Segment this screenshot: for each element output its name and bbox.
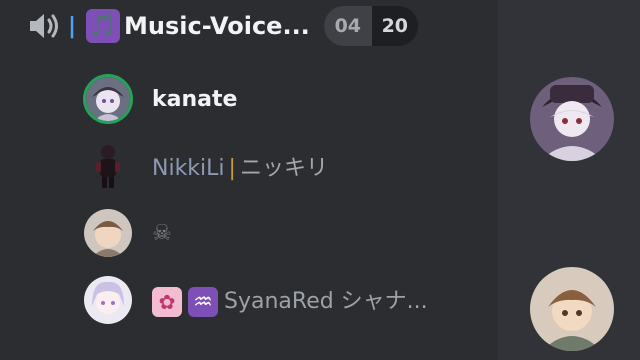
avatar[interactable] (530, 77, 614, 161)
voice-member-kanate[interactable]: kanate (84, 74, 237, 124)
member-name: SyanaRed シャナ... (224, 289, 428, 314)
avatar[interactable] (86, 77, 130, 121)
voice-member-skull[interactable]: ☠ (84, 208, 172, 258)
user-limit-badge: 04 20 (323, 6, 418, 46)
member-name: NikkiLi | ニッキリ (152, 150, 328, 182)
voice-member-syanared[interactable]: ✿ ♒ SyanaRed シャナ... (84, 275, 428, 325)
channel-name[interactable]: Music-Voice... (124, 12, 310, 40)
avatar[interactable] (530, 267, 614, 351)
skull-icon: ☠ (152, 220, 172, 246)
voice-channel-panel: | 🎵 Music-Voice... 04 20 kanate NikkiLi … (0, 0, 498, 360)
avatar[interactable] (84, 209, 132, 257)
avatar[interactable] (84, 142, 132, 190)
voice-channel-header[interactable]: | 🎵 Music-Voice... 04 20 (24, 4, 418, 48)
name-separator: | (228, 156, 236, 181)
member-name-katakana: ニッキリ (239, 156, 328, 181)
member-name-latin: NikkiLi (152, 156, 225, 181)
user-count: 04 (323, 6, 372, 46)
member-name: kanate (152, 86, 238, 112)
member-name-row: ✿ ♒ SyanaRed シャナ... (152, 283, 428, 317)
speaker-icon (24, 6, 64, 46)
voice-member-nikkili[interactable]: NikkiLi | ニッキリ (84, 141, 328, 191)
avatar[interactable] (84, 276, 132, 324)
user-limit: 20 (371, 6, 418, 46)
music-note-icon: 🎵 (86, 9, 121, 43)
channel-prefix-bar: | (68, 13, 77, 39)
aquarius-icon: ♒ (188, 287, 218, 317)
cherry-blossom-icon: ✿ (152, 287, 182, 317)
